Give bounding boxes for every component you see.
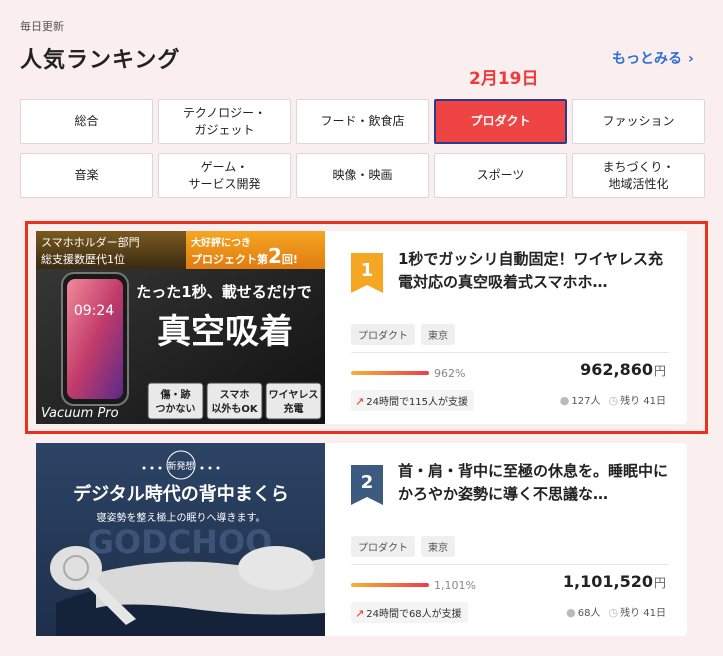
trend-up-icon: ↗ [355,607,365,620]
category-tab-film[interactable]: 映像・映画 [296,153,429,198]
more-link-label: もっとみる [612,51,682,67]
category-tab-overall[interactable]: 総合 [20,99,153,144]
project-title[interactable]: 首・肩・背中に至極の休息を。睡眠中にかろやか姿勢に導く不思議な… [398,460,668,506]
divider [351,564,669,565]
rank-number: 2 [360,472,374,493]
progress-bar [351,583,429,587]
recent-support-badge: ↗ 24時間で68人が支援 [351,602,468,623]
daily-update-label: 毎日更新 [20,20,64,33]
new-idea-badge: 新発想 [167,460,194,472]
supporter-count: ● 68人 [566,606,601,619]
tag-location[interactable]: 東京 [421,536,455,557]
person-icon: ● [566,606,576,619]
tag-category[interactable]: プロダクト [351,536,415,557]
days-remaining: ◷ 残り 41日 [608,606,666,619]
category-tab-game[interactable]: ゲーム・ サービス開発 [158,153,291,198]
progress-percent: 1,101% [434,579,476,592]
ranking-card[interactable]: GODCHOO 新発想 デジタル時代の背中まくら 寝姿勢を整え極上の眠りへ導きま… [36,443,687,636]
category-tab-community[interactable]: まちづくり・ 地域活性化 [572,153,705,198]
headline-line1: デジタル時代の背中まくら [73,483,289,505]
project-meta: ● 68人 ◷ 残り 41日 [566,604,666,619]
category-tab-fashion[interactable]: ファッション [572,99,705,144]
page-title: 人気ランキング [20,48,181,73]
category-tab-product[interactable]: プロダクト [434,99,567,144]
chevron-right-icon: › [688,51,694,67]
category-tab-food[interactable]: フード・飲食店 [296,99,429,144]
more-link[interactable]: もっとみる › [612,48,694,68]
highlight-box [25,221,708,434]
clock-icon: ◷ [608,606,619,619]
category-tab-music[interactable]: 音楽 [20,153,153,198]
funding-amount: 1,101,520円 [562,572,666,591]
headline-line2: 寝姿勢を整え極上の眠りへ導きます。 [97,511,266,524]
date-annotation: 2月19日 [469,69,539,89]
rank-badge: 2 [351,465,383,505]
tag-list: プロダクト 東京 [351,536,455,557]
project-thumbnail[interactable]: GODCHOO 新発想 デジタル時代の背中まくら 寝姿勢を整え極上の眠りへ導きま… [36,443,325,636]
watermark-text: GODCHOO [88,523,273,561]
category-tabs: 総合 テクノロジー・ ガジェット フード・飲食店 プロダクト ファッション 音楽… [20,99,707,198]
category-tab-technology[interactable]: テクノロジー・ ガジェット [158,99,291,144]
category-tab-sports[interactable]: スポーツ [434,153,567,198]
